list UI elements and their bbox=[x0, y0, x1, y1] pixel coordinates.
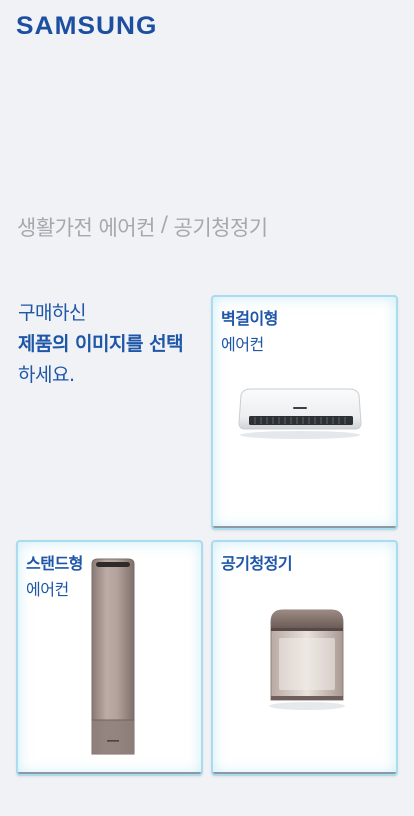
stand-ac-image bbox=[88, 558, 138, 764]
prompt-line-2: 제품의 이미지를 선택 bbox=[18, 333, 184, 355]
breadcrumb: 생활가전 에어컨 / 공기청정기 bbox=[17, 212, 268, 242]
card-subtitle: 에어컨 bbox=[26, 580, 69, 599]
product-card-wall-mounted[interactable]: 벽걸이형 에어컨 bbox=[211, 295, 398, 530]
card-title: 스탠드형 bbox=[26, 554, 83, 573]
breadcrumb-current: 공기청정기 bbox=[173, 216, 269, 240]
selection-prompt: 구매하신 제품의 이미지를 선택 하세요. bbox=[18, 298, 184, 391]
samsung-logo[interactable]: SAMSUNG bbox=[16, 12, 158, 41]
product-card-air-purifier[interactable]: 공기청정기 bbox=[211, 540, 398, 776]
breadcrumb-separator: / bbox=[160, 212, 168, 236]
prompt-line-3: 하세요. bbox=[18, 364, 75, 386]
prompt-line-1: 구매하신 bbox=[18, 302, 86, 324]
air-purifier-image bbox=[265, 608, 349, 716]
card-title: 벽걸이형 bbox=[221, 309, 278, 328]
wall-mounted-ac-image bbox=[235, 385, 365, 445]
card-title: 공기청정기 bbox=[221, 554, 293, 573]
product-card-stand[interactable]: 스탠드형 에어컨 bbox=[16, 540, 203, 776]
card-subtitle: 에어컨 bbox=[221, 335, 264, 354]
breadcrumb-category: 생활가전 에어컨 bbox=[17, 216, 155, 240]
